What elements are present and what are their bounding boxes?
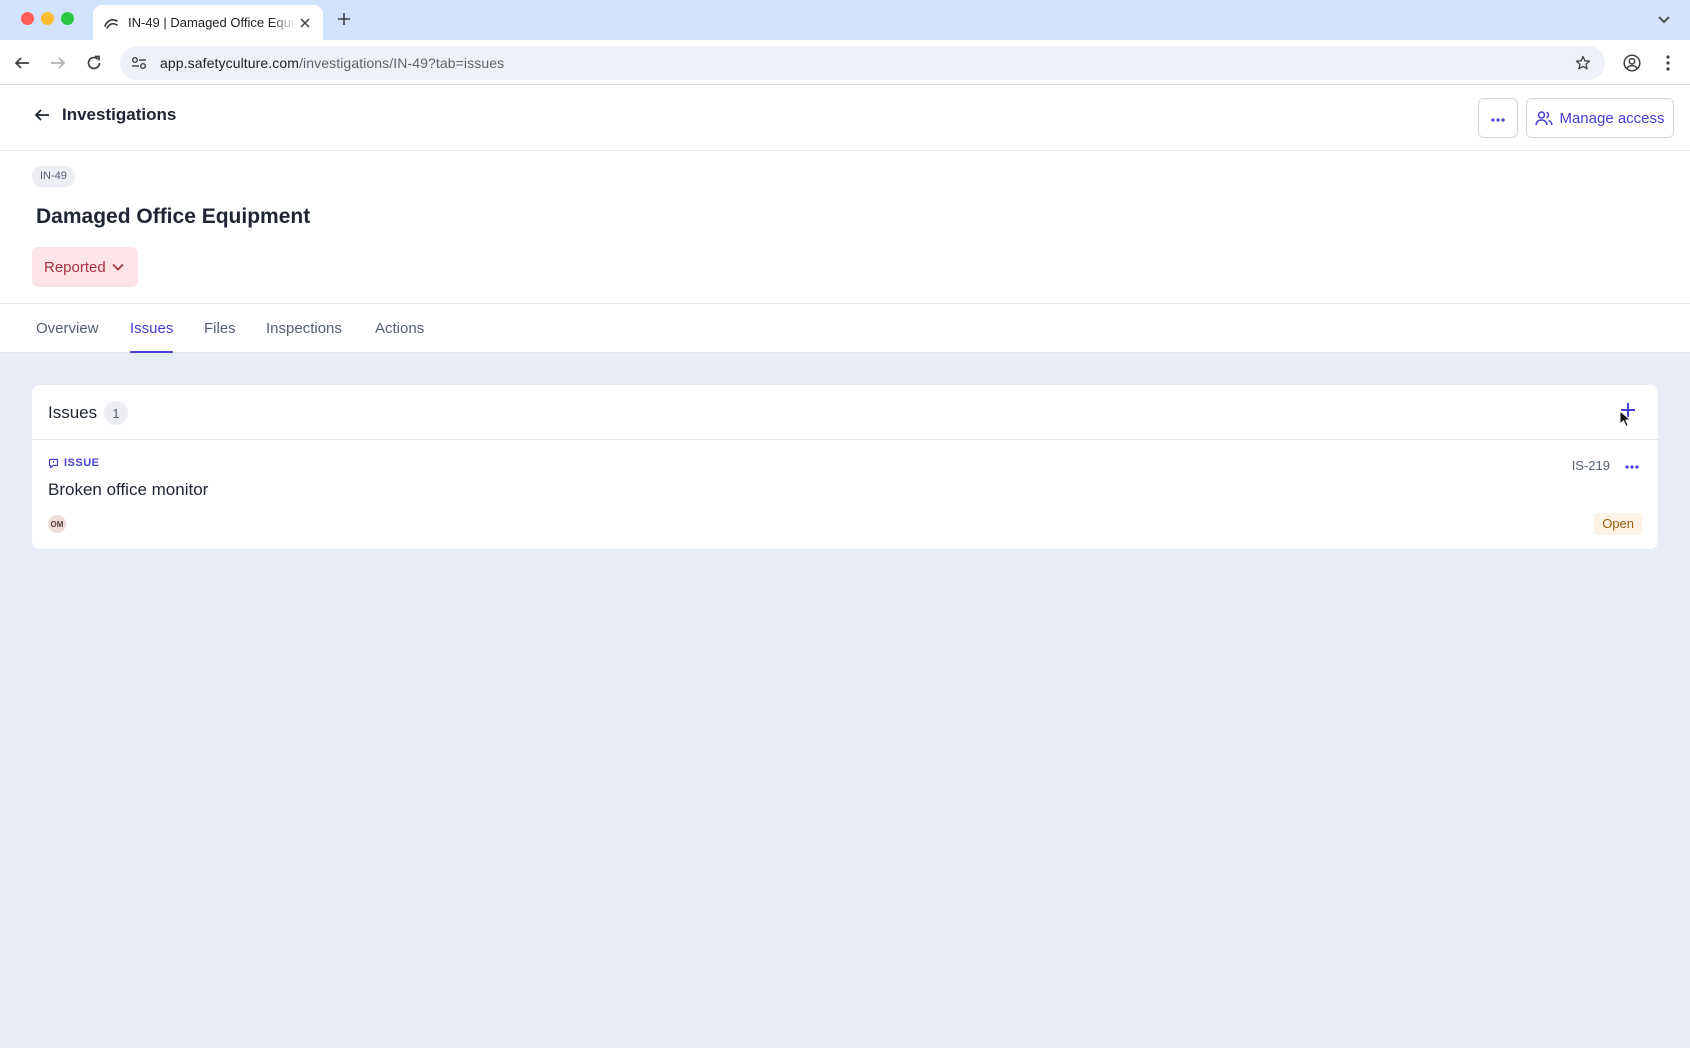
tab-search-chevron-icon[interactable] bbox=[1652, 8, 1676, 32]
safetyculture-favicon-icon bbox=[103, 15, 119, 31]
url-path: /investigations/IN-49?tab=issues bbox=[299, 55, 505, 71]
window-close-button[interactable] bbox=[21, 12, 34, 25]
investigation-tabs: Overview Issues Files Inspections Action… bbox=[0, 304, 1690, 353]
browser-tab-active[interactable]: IN-49 | Damaged Office Equipment bbox=[93, 5, 323, 40]
status-dropdown[interactable]: Reported bbox=[32, 247, 138, 287]
manage-access-button[interactable]: Manage access bbox=[1526, 98, 1674, 138]
investigation-summary: IN-49 Damaged Office Equipment Reported bbox=[0, 151, 1690, 304]
issue-title: Broken office monitor bbox=[48, 480, 209, 499]
ellipsis-icon bbox=[1491, 109, 1505, 127]
issues-card-header: Issues 1 bbox=[32, 385, 1658, 440]
back-link-label: Investigations bbox=[62, 105, 177, 124]
browser-forward-arrow-icon[interactable] bbox=[46, 51, 70, 75]
browser-menu-kebab-icon[interactable] bbox=[1656, 51, 1680, 75]
ellipsis-icon bbox=[1625, 456, 1639, 474]
tab-overview[interactable]: Overview bbox=[36, 304, 99, 353]
window-zoom-button[interactable] bbox=[61, 12, 74, 25]
issue-list-item[interactable]: ISSUE Broken office monitor OM IS-219 Op… bbox=[32, 441, 1658, 549]
site-settings-tune-icon[interactable] bbox=[128, 52, 150, 74]
browser-tab-title: IN-49 | Damaged Office Equipment bbox=[128, 15, 296, 30]
issue-type-label: ISSUE bbox=[48, 457, 100, 469]
issues-card-title: Issues bbox=[48, 403, 98, 422]
back-arrow-icon bbox=[32, 105, 52, 125]
tab-actions[interactable]: Actions bbox=[375, 304, 424, 353]
page-header: Investigations Manage access bbox=[0, 85, 1690, 151]
url-host: app.safetyculture.com bbox=[160, 55, 300, 71]
tab-close-icon[interactable] bbox=[297, 15, 313, 31]
tab-inspections[interactable]: Inspections bbox=[266, 304, 342, 353]
browser-toolbar: app.safetyculture.com/investigations/IN-… bbox=[0, 40, 1690, 85]
address-url: app.safetyculture.com/investigations/IN-… bbox=[160, 55, 504, 71]
address-bar[interactable]: app.safetyculture.com/investigations/IN-… bbox=[120, 46, 1605, 80]
manage-access-label: Manage access bbox=[1559, 109, 1665, 127]
back-to-investigations-link[interactable]: Investigations bbox=[32, 105, 176, 125]
browser-tab-strip: IN-49 | Damaged Office Equipment bbox=[0, 0, 1690, 40]
investigation-id-badge: IN-49 bbox=[32, 166, 75, 187]
tab-files[interactable]: Files bbox=[204, 304, 236, 353]
browser-profile-icon[interactable] bbox=[1620, 51, 1644, 75]
status-dropdown-value: Reported bbox=[44, 258, 106, 276]
page-title: Damaged Office Equipment bbox=[36, 205, 311, 228]
avatar: OM bbox=[48, 515, 66, 533]
window-minimize-button[interactable] bbox=[41, 12, 54, 25]
issue-more-options-button[interactable] bbox=[1620, 453, 1644, 477]
browser-back-arrow-icon[interactable] bbox=[10, 51, 34, 75]
bookmark-star-icon[interactable] bbox=[1573, 53, 1593, 73]
users-icon bbox=[1535, 109, 1554, 127]
issue-speech-bubble-icon bbox=[48, 457, 60, 469]
add-issue-button[interactable] bbox=[1616, 400, 1640, 424]
more-options-button[interactable] bbox=[1478, 98, 1518, 138]
plus-icon bbox=[1620, 402, 1636, 423]
tab-issues[interactable]: Issues bbox=[130, 304, 174, 353]
issues-card: Issues 1 ISSUE Broken office monitor OM … bbox=[32, 385, 1658, 549]
new-tab-plus-icon[interactable] bbox=[334, 9, 354, 29]
issue-type-text: ISSUE bbox=[64, 457, 100, 469]
browser-reload-icon[interactable] bbox=[82, 51, 106, 75]
chevron-down-icon bbox=[112, 260, 126, 274]
issue-id: IS-219 bbox=[1571, 458, 1610, 473]
issues-count-badge: 1 bbox=[104, 401, 128, 425]
status-badge: Open bbox=[1594, 513, 1642, 535]
